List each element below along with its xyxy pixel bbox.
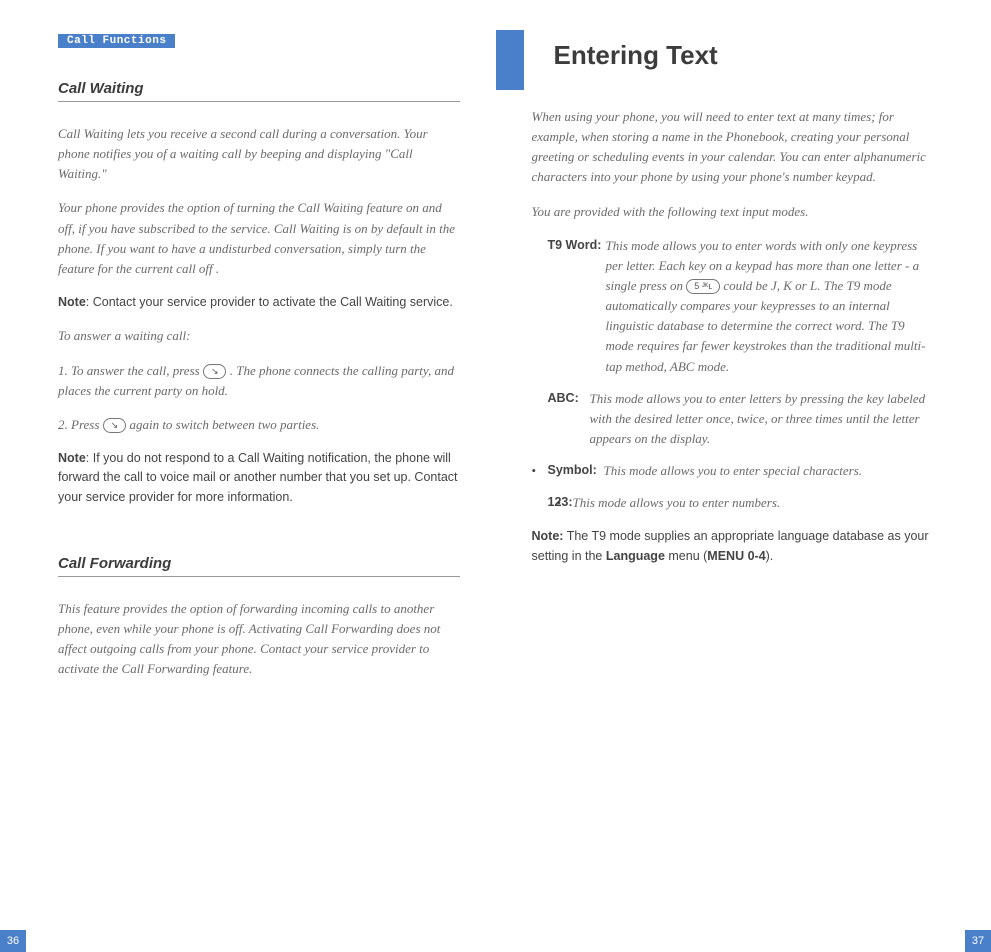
mode-label: Symbol:	[548, 461, 597, 480]
note-text: Note: If you do not respond to a Call Wa…	[58, 449, 460, 507]
body-text: Call Waiting lets you receive a second c…	[58, 124, 460, 184]
page-number-right: 37	[965, 930, 991, 952]
heading-call-waiting: Call Waiting	[58, 80, 460, 102]
mode-desc: This mode allows you to enter letters by…	[590, 389, 934, 449]
mode-abc: ABC: This mode allows you to enter lette…	[532, 389, 934, 449]
body-text: Your phone provides the option of turnin…	[58, 198, 460, 279]
mode-desc: This mode allows you to enter special ch…	[604, 461, 934, 481]
step-text: again to switch between two parties.	[126, 417, 319, 432]
spacer	[58, 521, 460, 551]
mode-label: T9 Word:	[548, 236, 602, 255]
step-1: 1. To answer the call, press ↘ . The pho…	[58, 361, 460, 401]
body-text: This feature provides the option of forw…	[58, 599, 460, 680]
body-text: When using your phone, you will need to …	[532, 107, 934, 188]
note-text: Note: Contact your service provider to a…	[58, 293, 460, 312]
page-number-left: 36	[0, 930, 26, 952]
body-text: To answer a waiting call:	[58, 326, 460, 346]
left-page: Call Functions Call Waiting Call Waiting…	[0, 0, 496, 952]
heading-call-forwarding: Call Forwarding	[58, 555, 460, 577]
step-2: 2. Press ↘ again to switch between two p…	[58, 415, 460, 435]
right-page: Entering Text When using your phone, you…	[496, 0, 991, 952]
note-body: : If you do not respond to a Call Waitin…	[58, 451, 458, 504]
note-label: Note	[58, 451, 86, 465]
step-text: 2. Press	[58, 417, 103, 432]
body-text: You are provided with the following text…	[532, 202, 934, 222]
note-label: Note	[58, 295, 86, 309]
key-5-icon: 5 ᴶᴷʟ	[686, 279, 720, 294]
step-text: 1. To answer the call, press	[58, 363, 203, 378]
menu-name: Language	[606, 549, 665, 563]
section-tab: Call Functions	[58, 34, 175, 48]
note-body: : Contact your service provider to activ…	[86, 295, 453, 309]
chapter-title: Entering Text	[554, 40, 934, 71]
menu-path: MENU 0-4	[707, 549, 765, 563]
mode-symbol: Symbol: This mode allows you to enter sp…	[532, 461, 934, 481]
mode-label: 123:	[548, 493, 573, 512]
accent-bar	[496, 30, 524, 90]
mode-123: 123: This mode allows you to enter numbe…	[532, 493, 934, 513]
send-key-icon: ↘	[203, 364, 227, 379]
send-key-icon: ↘	[103, 418, 127, 433]
text: ).	[766, 549, 774, 563]
mode-desc: This mode allows you to enter words with…	[606, 236, 934, 377]
text: menu (	[665, 549, 707, 563]
mode-label: ABC:	[548, 389, 579, 408]
note-label: Note:	[532, 529, 564, 543]
note-text: Note: The T9 mode supplies an appropriat…	[532, 527, 934, 566]
mode-t9: T9 Word: This mode allows you to enter w…	[532, 236, 934, 377]
mode-desc: This mode allows you to enter numbers.	[573, 495, 781, 510]
